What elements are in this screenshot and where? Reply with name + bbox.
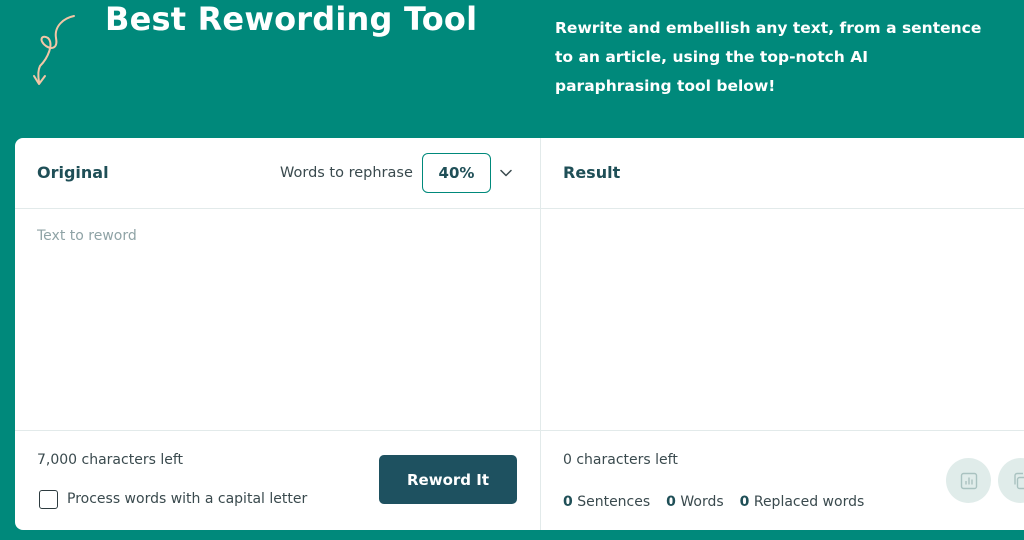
original-heading: Original bbox=[37, 163, 109, 182]
sentences-label: Sentences bbox=[577, 494, 651, 510]
capital-letter-label[interactable]: Process words with a capital letter bbox=[67, 491, 307, 507]
result-chars-left: 0 characters left bbox=[563, 452, 678, 468]
curly-arrow-icon bbox=[33, 15, 75, 85]
replaced-count: 0 bbox=[739, 494, 750, 510]
words-to-rephrase-label: Words to rephrase bbox=[280, 165, 413, 181]
capital-letter-checkbox[interactable] bbox=[39, 490, 58, 509]
words-count: 0 bbox=[666, 494, 676, 510]
reword-button[interactable]: Reword It bbox=[379, 455, 517, 504]
column-divider bbox=[540, 138, 541, 530]
words-to-rephrase-select[interactable]: 40% bbox=[422, 153, 491, 193]
bar-chart-icon bbox=[960, 472, 977, 489]
page-subtitle: Rewrite and embellish any text, from a s… bbox=[555, 19, 982, 95]
chevron-down-icon[interactable] bbox=[499, 166, 513, 180]
original-chars-left: 7,000 characters left bbox=[37, 452, 183, 468]
page-title: Best Rewording Tool bbox=[105, 0, 478, 38]
stats-button[interactable] bbox=[946, 458, 991, 503]
header-divider bbox=[15, 208, 1024, 209]
sentences-stat: 0 Sentences bbox=[563, 494, 650, 510]
original-text-input[interactable] bbox=[37, 228, 527, 418]
copy-icon bbox=[1013, 472, 1024, 489]
rewording-panel: Original Words to rephrase 40% Result 7,… bbox=[15, 138, 1024, 530]
result-stats: 0 Sentences 0 Words 0 Replaced words bbox=[563, 494, 864, 510]
replaced-label: Replaced words bbox=[753, 494, 865, 510]
words-stat: 0 Words bbox=[666, 494, 723, 510]
words-label: Words bbox=[680, 494, 724, 510]
sentences-count: 0 bbox=[563, 494, 573, 510]
footer-divider bbox=[15, 430, 1024, 431]
replaced-stat: 0 Replaced words bbox=[740, 494, 865, 510]
copy-button[interactable] bbox=[998, 458, 1024, 503]
result-heading: Result bbox=[563, 163, 621, 182]
